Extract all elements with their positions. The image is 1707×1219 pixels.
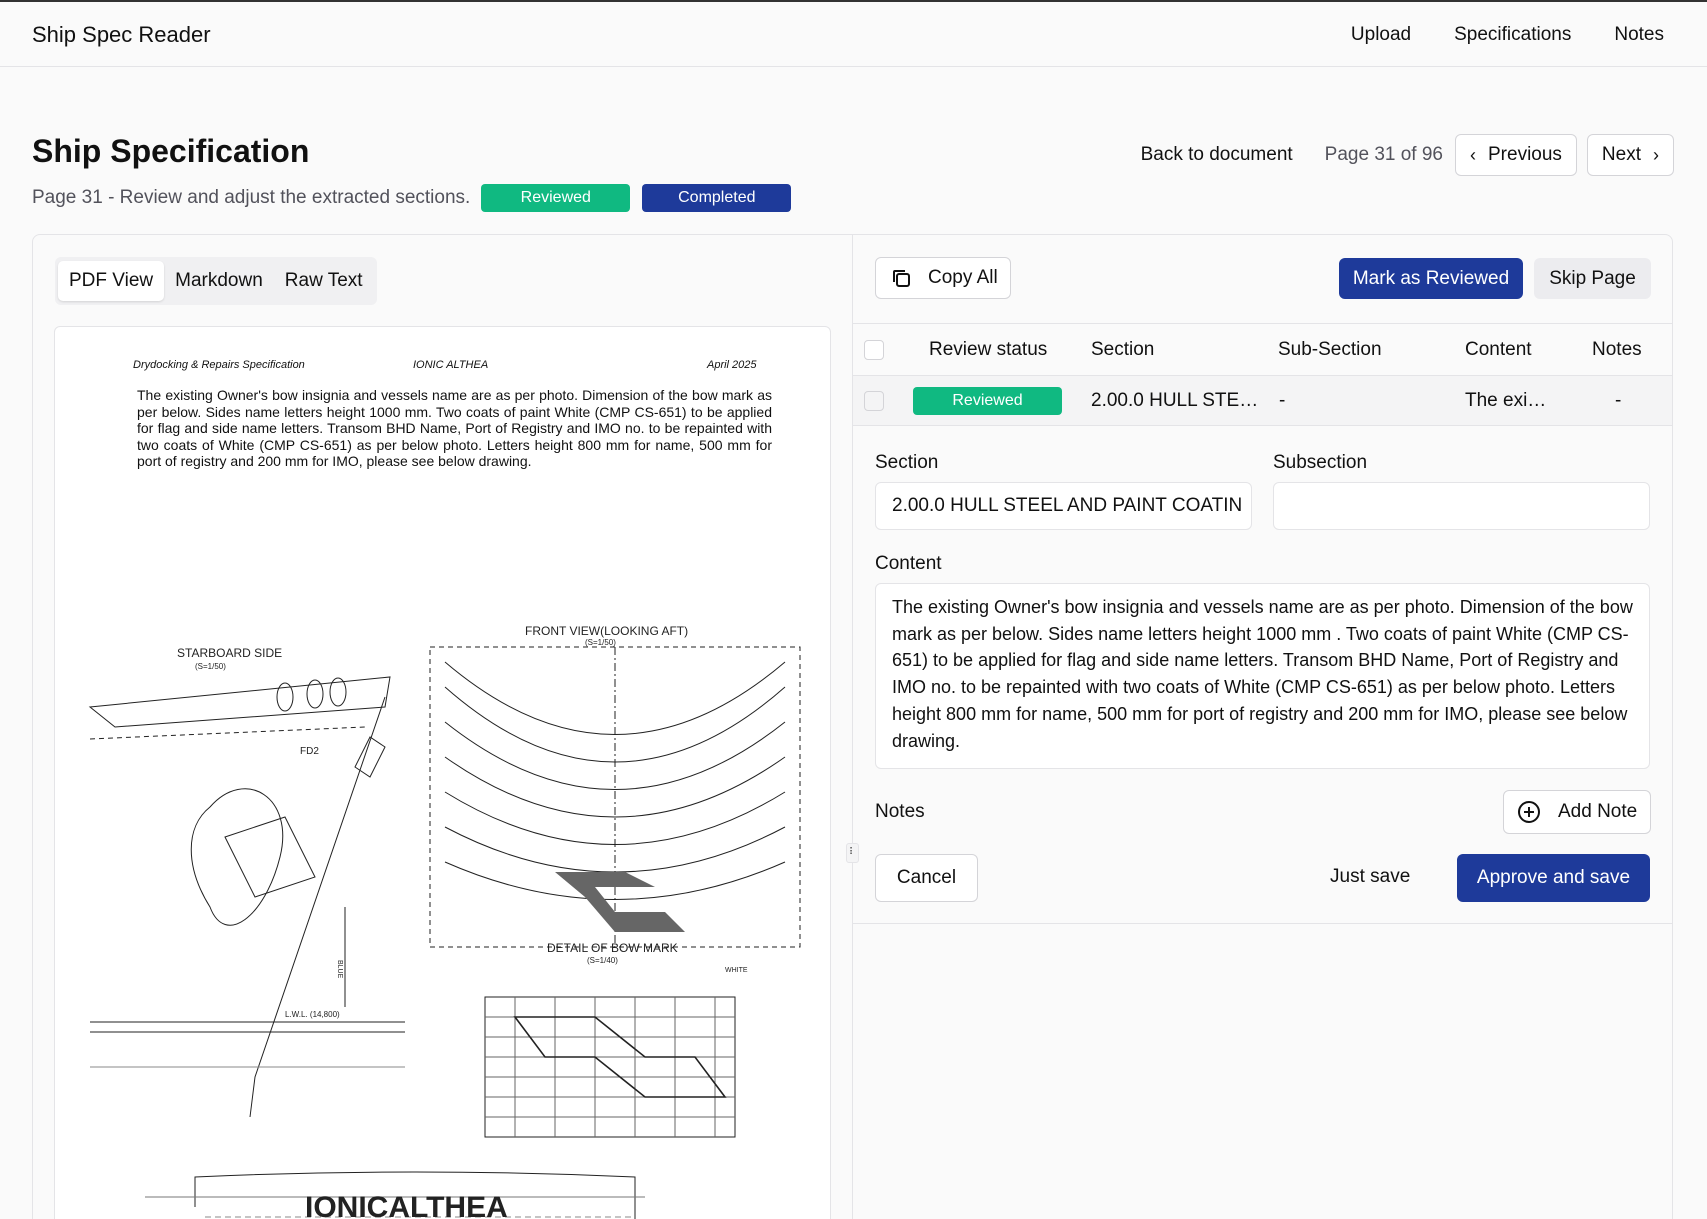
drawing-blue-label: BLUE xyxy=(336,960,343,979)
tab-pdf-view[interactable]: PDF View xyxy=(58,261,165,301)
chevron-left-icon: ‹ xyxy=(1470,144,1476,165)
drawing-front-scale: (S=1/50) xyxy=(585,638,616,647)
section-label: Section xyxy=(875,452,939,473)
drawing-detail-label: DETAIL OF BOW MARK xyxy=(547,941,678,955)
mark-as-reviewed-button[interactable]: Mark as Reviewed xyxy=(1339,258,1523,299)
copy-all-button[interactable]: Copy All xyxy=(875,257,1011,299)
bow-mark-drawing: STARBOARD SIDE (S=1/50) FRONT VIEW(LOOKI… xyxy=(88,624,801,1219)
row-notes: - xyxy=(1615,389,1622,411)
row-subsection: - xyxy=(1279,389,1286,411)
col-notes[interactable]: Notes xyxy=(1592,339,1642,361)
top-navbar: Ship Spec Reader Upload Specifications N… xyxy=(0,0,1707,67)
previous-label: Previous xyxy=(1488,144,1562,165)
status-badge-completed: Completed xyxy=(642,184,792,212)
page-subtitle: Page 31 - Review and adjust the extracte… xyxy=(32,187,471,208)
nav-specifications[interactable]: Specifications xyxy=(1454,24,1571,46)
plus-circle-icon xyxy=(1518,801,1540,823)
row-section: 2.00.0 HULL STE… xyxy=(1091,389,1259,411)
just-save-button[interactable]: Just save xyxy=(1330,866,1410,888)
subtitle-row: Page 31 - Review and adjust the extracte… xyxy=(32,184,792,212)
page-indicator: Page 31 of 96 xyxy=(1324,144,1443,165)
add-note-button[interactable]: Add Note xyxy=(1503,790,1651,834)
drawing-front-label: FRONT VIEW(LOOKING AFT) xyxy=(525,624,688,638)
content-label: Content xyxy=(875,553,942,574)
pdf-header-right: April 2025 xyxy=(707,359,757,371)
drawing-ship-name: IONICALTHEA xyxy=(305,1191,508,1219)
drawing-starboard-scale: (S=1/50) xyxy=(195,662,226,671)
table-row[interactable]: Reviewed 2.00.0 HULL STE… - The exi… - xyxy=(853,376,1672,426)
select-all-checkbox[interactable] xyxy=(864,339,884,360)
notes-label: Notes xyxy=(875,801,925,822)
resize-handle-icon[interactable]: ⠇ xyxy=(846,843,859,863)
drawing-detail-scale: (S=1/40) xyxy=(587,956,618,965)
col-review-status[interactable]: Review status xyxy=(929,339,1047,361)
status-badge-reviewed: Reviewed xyxy=(481,184,631,212)
next-label: Next xyxy=(1601,144,1641,165)
copy-icon xyxy=(890,267,912,289)
nav-notes[interactable]: Notes xyxy=(1614,24,1664,46)
page-navigation: Back to document Page 31 of 96 ‹ Previou… xyxy=(1141,134,1674,176)
form-bottom-divider xyxy=(853,923,1672,924)
pdf-viewer[interactable]: Drydocking & Repairs Specification IONIC… xyxy=(54,326,831,1219)
tab-markdown[interactable]: Markdown xyxy=(164,261,274,301)
section-input[interactable]: 2.00.0 HULL STEEL AND PAINT COATIN xyxy=(875,482,1252,530)
cancel-button[interactable]: Cancel xyxy=(875,854,978,902)
drawing-fd2-label: FD2 xyxy=(300,746,319,757)
copy-all-label: Copy All xyxy=(928,267,998,288)
pdf-body-text: The existing Owner's bow insignia and ve… xyxy=(137,387,772,469)
content-textarea[interactable]: The existing Owner's bow insignia and ve… xyxy=(875,583,1650,769)
col-section[interactable]: Section xyxy=(1091,339,1154,361)
row-checkbox[interactable] xyxy=(864,390,884,411)
app-title[interactable]: Ship Spec Reader xyxy=(32,22,211,48)
sections-table: Review status Section Sub-Section Conten… xyxy=(853,323,1672,426)
next-page-button[interactable]: Next › xyxy=(1586,134,1674,176)
row-status-badge: Reviewed xyxy=(913,386,1062,415)
subsection-input[interactable] xyxy=(1273,482,1650,530)
page-title: Ship Specification xyxy=(32,133,310,169)
previous-page-button[interactable]: ‹ Previous xyxy=(1455,134,1577,176)
subsection-label: Subsection xyxy=(1273,452,1368,473)
pdf-header-left: Drydocking & Repairs Specification xyxy=(133,359,305,371)
view-tabs: PDF View Markdown Raw Text xyxy=(55,257,377,305)
drawing-white-label: WHITE xyxy=(725,967,748,974)
add-note-label: Add Note xyxy=(1558,801,1638,822)
back-to-document-link[interactable]: Back to document xyxy=(1141,144,1293,166)
skip-page-button[interactable]: Skip Page xyxy=(1534,258,1651,299)
main-nav: Upload Specifications Notes xyxy=(1351,24,1707,46)
chevron-right-icon: › xyxy=(1653,144,1659,165)
col-content[interactable]: Content xyxy=(1465,339,1532,361)
drawing-lwl-label: L.W.L. (14,800) xyxy=(285,1010,340,1019)
nav-upload[interactable]: Upload xyxy=(1351,24,1411,46)
row-content: The exi… xyxy=(1465,389,1547,411)
tab-raw-text[interactable]: Raw Text xyxy=(274,261,374,301)
drawing-starboard-label: STARBOARD SIDE xyxy=(177,646,282,660)
approve-and-save-button[interactable]: Approve and save xyxy=(1457,854,1650,902)
pdf-header-center: IONIC ALTHEA xyxy=(413,359,489,371)
col-sub-section[interactable]: Sub-Section xyxy=(1278,339,1382,361)
table-header-row: Review status Section Sub-Section Conten… xyxy=(853,324,1672,376)
